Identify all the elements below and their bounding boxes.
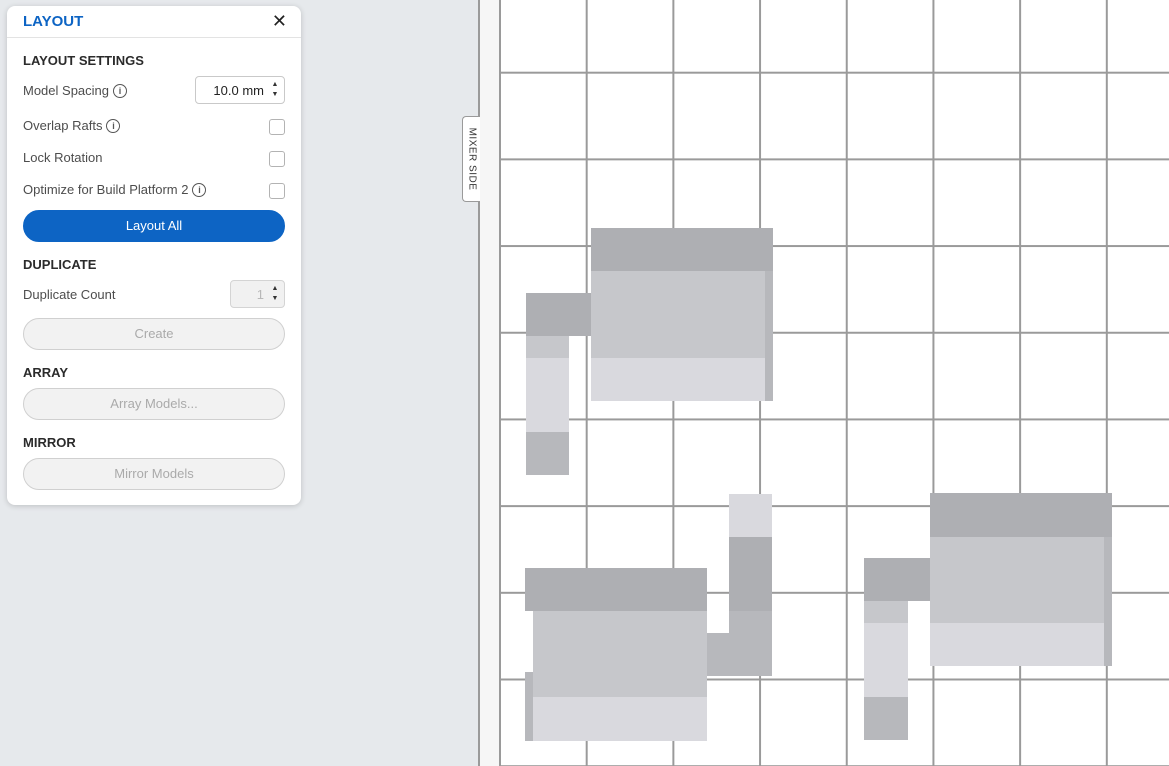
array-title: ARRAY	[23, 365, 69, 380]
array-models-button[interactable]: Array Models...	[23, 388, 285, 420]
layout-settings-title: LAYOUT SETTINGS	[23, 53, 144, 68]
lock-rotation-row: Lock Rotation	[23, 150, 103, 165]
mirror-title: MIRROR	[23, 435, 76, 450]
info-icon[interactable]: i	[113, 83, 127, 98]
model-spacing-value: 10.0 mm	[213, 83, 264, 98]
model-spacing-row: Model Spacing i	[23, 83, 127, 98]
lock-rotation-label: Lock Rotation	[23, 150, 103, 165]
overlap-rafts-row: Overlap Rafts i	[23, 118, 121, 133]
mixer-side-tab: MIXER SIDE	[462, 116, 480, 202]
lock-rotation-checkbox[interactable]	[269, 151, 285, 167]
duplicate-count-row: Duplicate Count	[23, 287, 116, 302]
mirror-models-button[interactable]: Mirror Models	[23, 458, 285, 490]
model-1[interactable]	[526, 228, 774, 475]
overlap-rafts-checkbox[interactable]	[269, 119, 285, 135]
duplicate-title: DUPLICATE	[23, 257, 97, 272]
overlap-rafts-label: Overlap Rafts	[23, 118, 103, 133]
model-3[interactable]	[864, 493, 1112, 740]
spinner-arrows-icon[interactable]: ▲ ▼	[271, 284, 279, 304]
model-spacing-label: Model Spacing	[23, 83, 109, 98]
optimize-label: Optimize for Build Platform 2	[23, 182, 189, 197]
duplicate-count-value: 1	[256, 287, 264, 302]
model-2[interactable]	[525, 494, 773, 741]
layout-panel: LAYOUT ✕ LAYOUT SETTINGS Model Spacing i…	[7, 6, 301, 505]
create-button[interactable]: Create	[23, 318, 285, 350]
duplicate-count-input[interactable]: 1 ▲ ▼	[230, 280, 285, 308]
mixer-side-label: MIXER SIDE	[466, 127, 477, 191]
close-icon[interactable]: ✕	[272, 11, 287, 31]
info-icon[interactable]: i	[192, 182, 207, 197]
layout-all-button[interactable]: Layout All	[23, 210, 285, 242]
optimize-row: Optimize for Build Platform 2 i	[23, 182, 207, 197]
panel-title: LAYOUT	[23, 13, 84, 30]
optimize-checkbox[interactable]	[269, 183, 285, 199]
panel-header: LAYOUT ✕	[7, 6, 301, 38]
spinner-arrows-icon[interactable]: ▲ ▼	[271, 80, 279, 100]
info-icon[interactable]: i	[106, 118, 121, 133]
model-spacing-input[interactable]: 10.0 mm ▲ ▼	[195, 76, 285, 104]
duplicate-count-label: Duplicate Count	[23, 287, 116, 302]
